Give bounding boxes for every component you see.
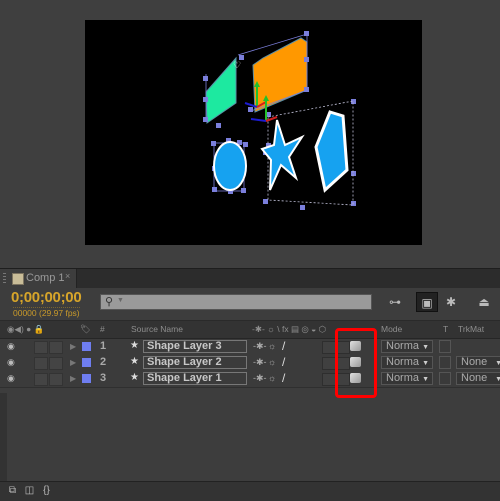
- twirl-icon[interactable]: ▶: [70, 342, 76, 351]
- lock-toggle[interactable]: [49, 373, 63, 386]
- source-name-header[interactable]: Source Name: [131, 324, 183, 334]
- panel-grip-icon[interactable]: [3, 273, 6, 285]
- blue-pentagon-shape[interactable]: [314, 110, 349, 193]
- green-rectangle-shape[interactable]: [205, 56, 237, 124]
- label-header-icon[interactable]: 🏷: [80, 324, 91, 335]
- chevron-down-icon: ▼: [422, 344, 429, 351]
- shape-layer-star-icon: ★: [130, 340, 139, 351]
- timeline-header: 0;00;00;00 00000 (29.97 fps) ⚲ ▼ ⊶ ▣ ✱ ⏏: [0, 288, 500, 321]
- layer-number: 3: [100, 372, 107, 384]
- close-icon[interactable]: ×: [65, 271, 70, 281]
- layer-number: 2: [100, 356, 107, 368]
- number-header[interactable]: #: [100, 324, 105, 334]
- composition-icon: [12, 273, 24, 285]
- twirl-icon[interactable]: ▶: [70, 358, 76, 367]
- track-matte-dropdown[interactable]: None ▼: [456, 356, 500, 369]
- shape-layer-star-icon: ★: [130, 356, 139, 367]
- quality-switch[interactable]: /: [282, 355, 285, 369]
- layer-name[interactable]: Shape Layer 3: [143, 340, 247, 353]
- timeline-tab-bar: Comp 1 ×: [0, 268, 500, 289]
- blend-mode-dropdown[interactable]: Norma ▼: [381, 340, 433, 353]
- collapse-switch[interactable]: ☼: [268, 341, 276, 351]
- solo-toggle[interactable]: [34, 357, 48, 370]
- in-out-stretch-toggle-icon[interactable]: {}: [40, 485, 53, 497]
- layer-column-headers: ◉◀) ● 🔒 🏷 # Source Name -✱- ☼ \ fx ▤ ◎ ◒…: [0, 321, 500, 339]
- shy-switch[interactable]: -✱-: [253, 373, 267, 384]
- composition-mini-flowchart-button[interactable]: ⊶: [383, 292, 407, 312]
- blue-ellipse-shape[interactable]: [213, 141, 247, 191]
- twirl-icon[interactable]: ▶: [70, 374, 76, 383]
- adjustment-layer-switch[interactable]: [322, 341, 336, 354]
- chevron-down-icon: ▼: [495, 376, 500, 383]
- chevron-down-icon: ▼: [495, 360, 500, 367]
- switches-header[interactable]: -✱- ☼ \ fx ▤ ◎ ◒ ⬡: [252, 324, 326, 335]
- collapse-switch[interactable]: ☼: [268, 357, 276, 367]
- mode-header[interactable]: Mode: [381, 324, 402, 334]
- tab-label: Comp 1: [26, 272, 65, 284]
- track-matte-dropdown[interactable]: None ▼: [456, 372, 500, 385]
- lock-toggle[interactable]: [49, 341, 63, 354]
- eye-icon[interactable]: ◉: [7, 341, 15, 352]
- eye-icon[interactable]: ◉: [7, 357, 15, 368]
- layer-row[interactable]: ◉ ▶ 2 ★ Shape Layer 2 -✱- ☼ / Norma ▼ Non…: [0, 355, 500, 372]
- preserve-transparency-checkbox[interactable]: [439, 356, 451, 369]
- preserve-transparency-checkbox[interactable]: [439, 340, 451, 353]
- frame-rate-display: 00000 (29.97 fps): [13, 307, 80, 318]
- blend-mode-dropdown[interactable]: Norma ▼: [381, 356, 433, 369]
- hide-shy-layers-button[interactable]: ✱: [441, 292, 461, 312]
- track-matte-value: None: [461, 356, 488, 368]
- timeline-left-edge: [0, 393, 7, 481]
- chevron-down-icon: ▼: [422, 360, 429, 367]
- preserve-transparency-checkbox[interactable]: [439, 372, 451, 385]
- composition-viewer: ♡: [0, 0, 500, 268]
- tab-comp-1[interactable]: Comp 1 ×: [0, 269, 77, 289]
- blend-mode-value: Norma: [386, 340, 420, 352]
- solo-toggle[interactable]: [34, 373, 48, 386]
- shy-switch[interactable]: -✱-: [253, 357, 267, 368]
- label-color-swatch[interactable]: [82, 358, 91, 367]
- blend-mode-dropdown[interactable]: Norma ▼: [381, 372, 433, 385]
- adjustment-layer-switch[interactable]: [322, 357, 336, 370]
- search-icon: ⚲: [105, 296, 114, 308]
- shape-layer-star-icon: ★: [130, 372, 139, 383]
- solo-toggle[interactable]: [34, 341, 48, 354]
- layer-row[interactable]: ◉ ▶ 1 ★ Shape Layer 3 -✱- ☼ / Norma ▼: [0, 339, 500, 356]
- quality-switch[interactable]: /: [282, 371, 285, 385]
- orange-rectangle-shape[interactable]: [252, 37, 308, 113]
- chevron-down-icon: ▼: [422, 376, 429, 383]
- 3d-layer-column-highlight: [335, 328, 377, 398]
- layer-switches-toggle-icon[interactable]: ⧉: [6, 485, 19, 497]
- frame-blending-button[interactable]: ⏏: [474, 292, 494, 312]
- shy-switch[interactable]: -✱-: [253, 341, 267, 352]
- shapes-artwork: ♡: [203, 31, 356, 210]
- composition-canvas[interactable]: ♡: [85, 20, 422, 245]
- blend-mode-value: Norma: [386, 356, 420, 368]
- trkmat-header[interactable]: TrkMat: [458, 324, 484, 334]
- blend-mode-value: Norma: [386, 372, 420, 384]
- t-header[interactable]: T: [443, 324, 448, 334]
- track-matte-value: None: [461, 372, 488, 384]
- layer-row[interactable]: ◉ ▶ 3 ★ Shape Layer 1 -✱- ☼ / Norma ▼ Non…: [0, 371, 500, 388]
- timeline-bottom-bar: ⧉ ◫ {}: [0, 481, 500, 501]
- current-time-display[interactable]: 0;00;00;00: [11, 289, 82, 306]
- cursor-icon: ♡: [233, 60, 241, 70]
- layer-name[interactable]: Shape Layer 1: [143, 372, 247, 385]
- adjustment-layer-switch[interactable]: [322, 373, 336, 386]
- layer-name[interactable]: Shape Layer 2: [143, 356, 247, 369]
- layer-number: 1: [100, 340, 107, 352]
- av-features-header[interactable]: ◉◀) ● 🔒: [7, 324, 44, 335]
- label-color-swatch[interactable]: [82, 374, 91, 383]
- label-color-swatch[interactable]: [82, 342, 91, 351]
- layer-search-input[interactable]: ⚲ ▼: [100, 294, 372, 310]
- eye-icon[interactable]: ◉: [7, 373, 15, 384]
- lock-toggle[interactable]: [49, 357, 63, 370]
- quality-switch[interactable]: /: [282, 339, 285, 353]
- search-dropdown-icon[interactable]: ▼: [117, 297, 124, 304]
- transfer-controls-toggle-icon[interactable]: ◫: [23, 485, 36, 497]
- collapse-switch[interactable]: ☼: [268, 373, 276, 383]
- draft-3d-button[interactable]: ▣: [416, 292, 438, 312]
